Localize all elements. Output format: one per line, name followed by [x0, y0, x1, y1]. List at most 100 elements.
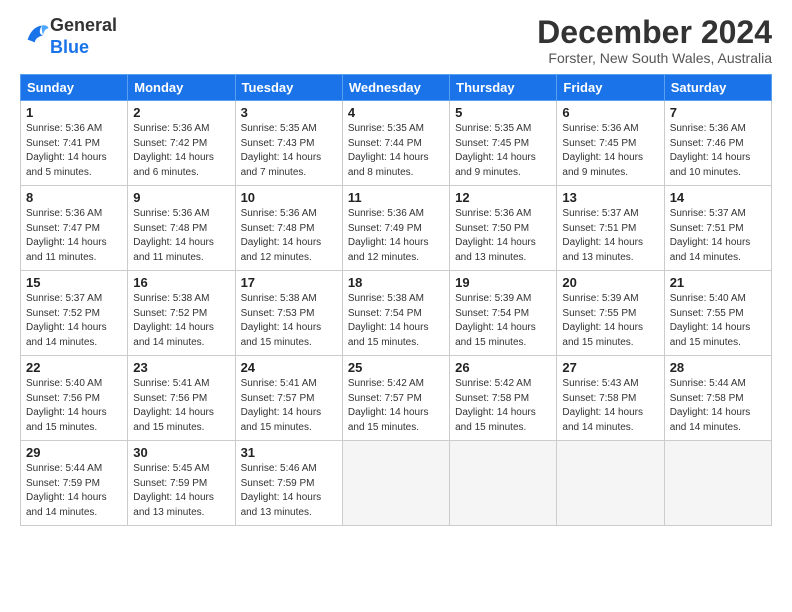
table-row: 28 Sunrise: 5:44 AMSunset: 7:58 PMDayligh… [664, 356, 771, 441]
table-row: 21 Sunrise: 5:40 AMSunset: 7:55 PMDayligh… [664, 271, 771, 356]
table-row: 18 Sunrise: 5:38 AMSunset: 7:54 PMDayligh… [342, 271, 449, 356]
table-row: 29 Sunrise: 5:44 AMSunset: 7:59 PMDayligh… [21, 441, 128, 526]
calendar-header-row: Sunday Monday Tuesday Wednesday Thursday… [21, 75, 772, 101]
day-info: Sunrise: 5:35 AMSunset: 7:45 PMDaylight:… [455, 122, 551, 180]
day-info: Sunrise: 5:44 AMSunset: 7:58 PMDaylight:… [670, 377, 766, 435]
col-tuesday: Tuesday [235, 75, 342, 101]
day-info: Sunrise: 5:40 AMSunset: 7:55 PMDaylight:… [670, 292, 766, 350]
table-row: 15 Sunrise: 5:37 AMSunset: 7:52 PMDayligh… [21, 271, 128, 356]
day-info: Sunrise: 5:35 AMSunset: 7:44 PMDaylight:… [348, 122, 444, 180]
table-row: 2 Sunrise: 5:36 AMSunset: 7:42 PMDaylight… [128, 101, 235, 186]
col-sunday: Sunday [21, 75, 128, 101]
page: General Blue December 2024 Forster, New … [0, 0, 792, 612]
table-row [664, 441, 771, 526]
table-row: 9 Sunrise: 5:36 AMSunset: 7:48 PMDaylight… [128, 186, 235, 271]
day-info: Sunrise: 5:39 AMSunset: 7:54 PMDaylight:… [455, 292, 551, 350]
day-info: Sunrise: 5:38 AMSunset: 7:52 PMDaylight:… [133, 292, 229, 350]
day-number: 2 [133, 105, 229, 120]
logo: General Blue [20, 15, 117, 58]
day-number: 5 [455, 105, 551, 120]
day-info: Sunrise: 5:43 AMSunset: 7:58 PMDaylight:… [562, 377, 658, 435]
table-row: 27 Sunrise: 5:43 AMSunset: 7:58 PMDayligh… [557, 356, 664, 441]
day-number: 1 [26, 105, 122, 120]
day-number: 30 [133, 445, 229, 460]
day-number: 31 [241, 445, 337, 460]
day-number: 3 [241, 105, 337, 120]
day-number: 13 [562, 190, 658, 205]
day-info: Sunrise: 5:44 AMSunset: 7:59 PMDaylight:… [26, 462, 122, 520]
calendar-week-row: 22Sunrise: 5:40 AMSunset: 7:56 PMDayligh… [21, 356, 772, 441]
table-row: 3 Sunrise: 5:35 AMSunset: 7:43 PMDaylight… [235, 101, 342, 186]
day-info: Sunrise: 5:37 AMSunset: 7:51 PMDaylight:… [670, 207, 766, 265]
day-info: Sunrise: 5:42 AMSunset: 7:57 PMDaylight:… [348, 377, 444, 435]
calendar-week-row: 15 Sunrise: 5:37 AMSunset: 7:52 PMDayligh… [21, 271, 772, 356]
day-info: Sunrise: 5:37 AMSunset: 7:51 PMDaylight:… [562, 207, 658, 265]
day-info: Sunrise: 5:36 AMSunset: 7:42 PMDaylight:… [133, 122, 229, 180]
day-info: Sunrise: 5:35 AMSunset: 7:43 PMDaylight:… [241, 122, 337, 180]
day-info: Sunrise: 5:38 AMSunset: 7:54 PMDaylight:… [348, 292, 444, 350]
table-row: 30Sunrise: 5:45 AMSunset: 7:59 PMDayligh… [128, 441, 235, 526]
day-number: 6 [562, 105, 658, 120]
table-row: 4 Sunrise: 5:35 AMSunset: 7:44 PMDaylight… [342, 101, 449, 186]
day-info: Sunrise: 5:41 AMSunset: 7:56 PMDaylight:… [133, 377, 229, 435]
day-info: Sunrise: 5:38 AMSunset: 7:53 PMDaylight:… [241, 292, 337, 350]
day-number: 4 [348, 105, 444, 120]
col-wednesday: Wednesday [342, 75, 449, 101]
day-info: Sunrise: 5:36 AMSunset: 7:48 PMDaylight:… [133, 207, 229, 265]
day-info: Sunrise: 5:39 AMSunset: 7:55 PMDaylight:… [562, 292, 658, 350]
day-info: Sunrise: 5:42 AMSunset: 7:58 PMDaylight:… [455, 377, 551, 435]
day-number: 25 [348, 360, 444, 375]
table-row [450, 441, 557, 526]
calendar-table: Sunday Monday Tuesday Wednesday Thursday… [20, 74, 772, 526]
calendar-week-row: 29 Sunrise: 5:44 AMSunset: 7:59 PMDayligh… [21, 441, 772, 526]
table-row: 17 Sunrise: 5:38 AMSunset: 7:53 PMDayligh… [235, 271, 342, 356]
day-number: 24 [241, 360, 337, 375]
day-number: 27 [562, 360, 658, 375]
day-info: Sunrise: 5:36 AMSunset: 7:47 PMDaylight:… [26, 207, 122, 265]
day-number: 23 [133, 360, 229, 375]
day-number: 10 [241, 190, 337, 205]
day-number: 26 [455, 360, 551, 375]
table-row: 13 Sunrise: 5:37 AMSunset: 7:51 PMDayligh… [557, 186, 664, 271]
day-number: 8 [26, 190, 122, 205]
table-row: 19 Sunrise: 5:39 AMSunset: 7:54 PMDayligh… [450, 271, 557, 356]
day-number: 18 [348, 275, 444, 290]
day-number: 9 [133, 190, 229, 205]
table-row: 7Sunrise: 5:36 AMSunset: 7:46 PMDaylight… [664, 101, 771, 186]
day-info: Sunrise: 5:36 AMSunset: 7:46 PMDaylight:… [670, 122, 766, 180]
day-number: 21 [670, 275, 766, 290]
day-number: 22 [26, 360, 122, 375]
day-info: Sunrise: 5:36 AMSunset: 7:48 PMDaylight:… [241, 207, 337, 265]
table-row: 23 Sunrise: 5:41 AMSunset: 7:56 PMDayligh… [128, 356, 235, 441]
logo-blue-text: Blue [50, 37, 89, 57]
day-number: 12 [455, 190, 551, 205]
table-row: 8 Sunrise: 5:36 AMSunset: 7:47 PMDaylight… [21, 186, 128, 271]
table-row: 24Sunrise: 5:41 AMSunset: 7:57 PMDayligh… [235, 356, 342, 441]
day-info: Sunrise: 5:46 AMSunset: 7:59 PMDaylight:… [241, 462, 337, 520]
table-row: 26 Sunrise: 5:42 AMSunset: 7:58 PMDayligh… [450, 356, 557, 441]
day-number: 17 [241, 275, 337, 290]
table-row [557, 441, 664, 526]
table-row: 11Sunrise: 5:36 AMSunset: 7:49 PMDayligh… [342, 186, 449, 271]
day-number: 19 [455, 275, 551, 290]
table-row: 14 Sunrise: 5:37 AMSunset: 7:51 PMDayligh… [664, 186, 771, 271]
day-number: 29 [26, 445, 122, 460]
col-friday: Friday [557, 75, 664, 101]
table-row [342, 441, 449, 526]
table-row: 31 Sunrise: 5:46 AMSunset: 7:59 PMDayligh… [235, 441, 342, 526]
location: Forster, New South Wales, Australia [537, 50, 772, 66]
day-number: 15 [26, 275, 122, 290]
col-saturday: Saturday [664, 75, 771, 101]
day-info: Sunrise: 5:36 AMSunset: 7:41 PMDaylight:… [26, 122, 122, 180]
table-row: 6Sunrise: 5:36 AMSunset: 7:45 PMDaylight… [557, 101, 664, 186]
table-row: 10 Sunrise: 5:36 AMSunset: 7:48 PMDayligh… [235, 186, 342, 271]
day-number: 28 [670, 360, 766, 375]
day-info: Sunrise: 5:37 AMSunset: 7:52 PMDaylight:… [26, 292, 122, 350]
day-number: 14 [670, 190, 766, 205]
table-row: 20Sunrise: 5:39 AMSunset: 7:55 PMDayligh… [557, 271, 664, 356]
table-row: 25 Sunrise: 5:42 AMSunset: 7:57 PMDayligh… [342, 356, 449, 441]
col-monday: Monday [128, 75, 235, 101]
logo-general-text: General [50, 15, 117, 35]
day-info: Sunrise: 5:36 AMSunset: 7:50 PMDaylight:… [455, 207, 551, 265]
table-row: 16Sunrise: 5:38 AMSunset: 7:52 PMDayligh… [128, 271, 235, 356]
